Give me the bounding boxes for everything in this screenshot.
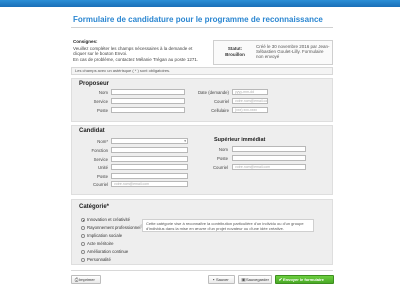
candidat-nom-select[interactable]: ▾ [111, 138, 188, 144]
radio-button[interactable] [81, 258, 85, 262]
candidat-fonction-input[interactable] [111, 147, 188, 153]
save-button[interactable]: ▪ Sauver [208, 275, 235, 284]
proposeur-nom-input[interactable] [111, 89, 185, 95]
candidat-courriel-label: Courriel [92, 182, 108, 187]
proposeur-service-label: Service [93, 99, 108, 104]
proposeur-courriel-input[interactable]: votre.nom@email.com [232, 98, 268, 104]
footer-divider [71, 270, 333, 271]
superieur-poste-label: Poste [217, 156, 228, 161]
section-categorie [71, 199, 333, 265]
superieur-courriel-label: Courriel [212, 165, 228, 170]
categorie-option-label: Personnalité [87, 257, 111, 262]
candidat-poste-input[interactable] [111, 173, 188, 179]
proposeur-title: Proposeur [79, 81, 110, 87]
proposeur-courriel-label: Courriel [213, 99, 229, 104]
superieur-nom-label: Nom [218, 147, 228, 152]
categorie-option-label: Amélioration continue [87, 249, 129, 254]
proposeur-service-input[interactable] [111, 98, 185, 104]
proposeur-date-input[interactable]: yyyy-mm-dd [232, 89, 268, 95]
save-close-button-label: Sauvegarder [246, 277, 269, 282]
superieur-title: Supérieur immédiat [214, 137, 266, 143]
proposeur-cellulaire-label: Cellulaire [211, 108, 229, 113]
proposeur-poste-input[interactable] [111, 107, 185, 113]
radio-button[interactable] [81, 250, 85, 254]
proposeur-date-label: Date (demande) [197, 90, 229, 95]
candidat-unite-input[interactable] [111, 164, 188, 170]
categorie-title: Catégorie* [79, 204, 110, 210]
candidat-fonction-label: Fonction [91, 148, 108, 153]
save-button-label: Sauver [216, 277, 229, 282]
page-title: Formulaire de candidature pour le progra… [73, 15, 323, 24]
chevron-down-icon: ▾ [184, 139, 186, 143]
print-button[interactable]: ⎙Imprimer [71, 275, 101, 284]
candidat-poste-label: Poste [97, 174, 108, 179]
radio-button-selected[interactable] [81, 218, 85, 222]
proposeur-nom-label: Nom [98, 90, 108, 95]
superieur-poste-input[interactable] [232, 155, 306, 161]
categorie-option-label: Acte méritoire [87, 241, 114, 246]
status-label: Statut: Brouillon [225, 46, 245, 57]
instructions-heading: Consignes: [73, 39, 98, 44]
proposeur-cellulaire-input[interactable]: (xxx) xxx-xxxx [232, 107, 268, 113]
print-button-label: Imprimer [79, 277, 95, 282]
instructions-text: Veuillez compléter les champs nécessaire… [73, 45, 193, 57]
candidat-unite-label: Unité [97, 165, 108, 170]
candidat-title: Candidat [79, 128, 105, 134]
radio-button[interactable] [81, 242, 85, 246]
status-box: Statut: Brouillon Créé le 30 novembre 20… [213, 40, 333, 65]
radio-button[interactable] [81, 234, 85, 238]
instructions: Consignes: Veuillez compléter les champs… [73, 39, 203, 62]
proposeur-poste-label: Poste [97, 108, 108, 113]
superieur-courriel-input[interactable]: votre.nom@email.com [232, 164, 306, 170]
submit-button-label: Envoyer le formulaire [283, 277, 324, 282]
superieur-nom-input[interactable] [232, 146, 306, 152]
app-top-bar [0, 0, 400, 7]
categorie-description-tooltip: Cette catégorie vise à reconnaître la co… [139, 219, 314, 232]
candidat-service-input[interactable] [111, 156, 188, 162]
categorie-option-label: Rayonnement professionnel [87, 225, 141, 230]
categorie-option-label: Implication sociale [87, 233, 123, 238]
required-fields-note: Les champs avec un astérisque ( * ) sont… [71, 67, 333, 75]
status-text: Créé le 30 novembre 2016 par Jean-Sébast… [256, 44, 330, 59]
candidat-nom-label: Nom* [97, 139, 108, 144]
candidat-service-label: Service [93, 157, 108, 162]
save-close-button[interactable]: ▣Sauvegarder [238, 275, 272, 284]
title-divider [71, 27, 333, 28]
categorie-option-label: Innovation et créativité [87, 217, 130, 222]
radio-button[interactable] [81, 226, 85, 230]
instructions-contact: En cas de problème, contactez Mélanie Tr… [73, 56, 199, 62]
candidat-courriel-input[interactable]: votre.nom@email.com [111, 181, 188, 187]
submit-button[interactable]: ✔Envoyer le formulaire [275, 275, 334, 284]
